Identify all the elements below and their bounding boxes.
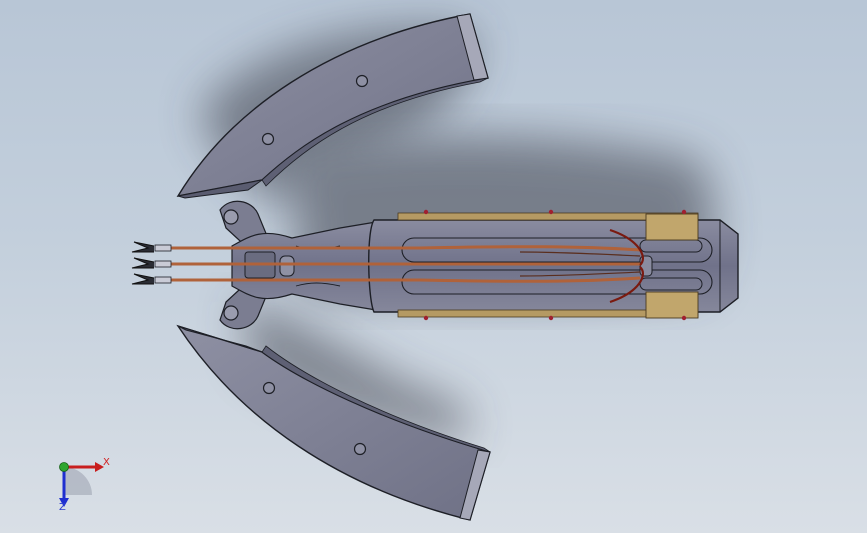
model-view[interactable]	[0, 0, 867, 533]
triad-z-label: Z	[59, 502, 66, 513]
triad-y-axis-dot-icon	[59, 462, 69, 472]
lower-jaw-pivot-hole-icon	[262, 381, 276, 395]
serrated-tips	[131, 241, 155, 285]
triad-x-label: X	[103, 457, 110, 468]
upper-link-pin-icon	[223, 209, 239, 225]
upper-jaw-pivot-hole-icon	[261, 132, 275, 146]
upper-jaw-hole-icon	[355, 74, 369, 88]
reference-triad[interactable]	[59, 462, 104, 507]
lower-jaw-hole-icon	[353, 442, 367, 456]
cad-graphics-viewport[interactable]: X Z	[0, 0, 867, 533]
neck-connector[interactable]	[231, 221, 377, 311]
lower-link-pin-icon	[223, 305, 239, 321]
triad-plane-icon	[64, 467, 92, 495]
